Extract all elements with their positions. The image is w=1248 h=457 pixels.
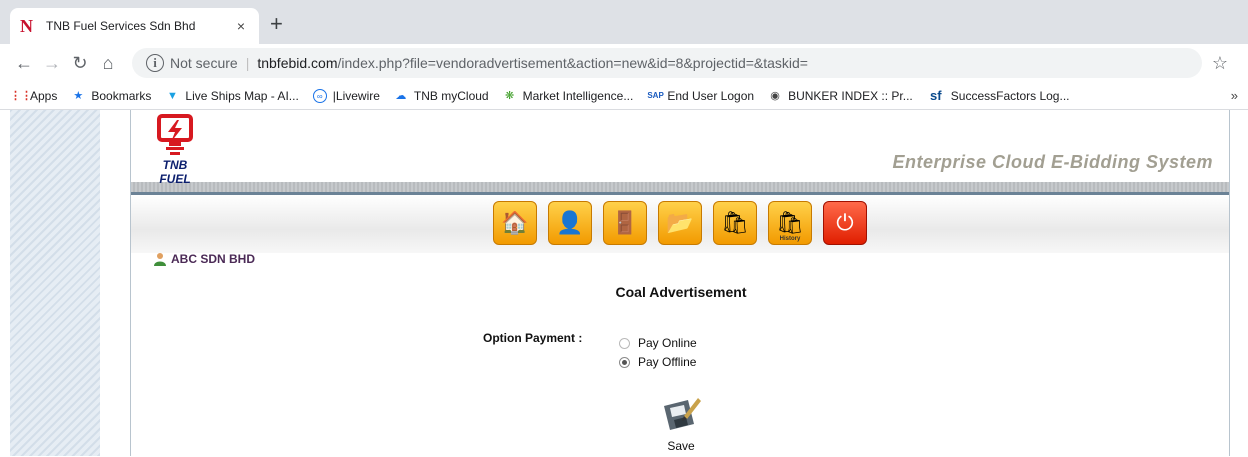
info-icon[interactable]: i (146, 54, 164, 72)
bookmark-label: Market Intelligence... (522, 88, 634, 103)
bookmark-label: TNB myCloud (413, 88, 489, 103)
bookmarks-overflow-button[interactable]: » (1231, 88, 1238, 103)
option-payment-label: Option Payment : (483, 331, 583, 345)
folder-icon: 📂 (666, 210, 694, 235)
page-viewport: TNB FUEL Enterprise Cloud E-Bidding Syst… (0, 110, 1248, 456)
home-nav-icon[interactable]: ⌂ (94, 53, 122, 74)
bookmark-livewire[interactable]: ∞ |Livewire (312, 88, 380, 103)
bookmark-mycloud[interactable]: ☁ TNB myCloud (394, 88, 489, 103)
home-icon: 🏠 (501, 210, 529, 235)
reload-icon[interactable]: ↻ (66, 53, 94, 74)
profile-icon: 👤 (556, 210, 584, 235)
bookmark-end-user-logon[interactable]: SAP End User Logon (647, 89, 754, 103)
bookmark-label: Apps (30, 88, 58, 103)
browser-tabstrip: N TNB Fuel Services Sdn Bhd × + (0, 0, 1248, 44)
security-label: Not secure (170, 55, 238, 71)
main-menu-bar: 🏠 👤 🚪 📂 🛍 🛍 History ⏻ (131, 195, 1229, 253)
company-name: ABC SDN BHD (153, 252, 255, 266)
star-icon: ★ (73, 89, 84, 102)
bookmark-bunker-index[interactable]: ◉ BUNKER INDEX :: Pr... (768, 89, 913, 103)
pay-online-radio[interactable] (619, 337, 630, 349)
bookmark-label: End User Logon (667, 88, 755, 103)
menu-bag-button[interactable]: 🛍 (713, 201, 757, 245)
browser-toolbar: ← → ↻ ⌂ i Not secure | tnbfebid.com/inde… (0, 44, 1248, 82)
app-frame: TNB FUEL Enterprise Cloud E-Bidding Syst… (130, 110, 1230, 456)
pay-offline-label: Pay Offline (638, 355, 697, 369)
browser-tab[interactable]: N TNB Fuel Services Sdn Bhd × (10, 8, 259, 44)
omnibox-divider: | (245, 55, 250, 71)
new-tab-button[interactable]: + (270, 13, 283, 35)
menu-icons: 🏠 👤 🚪 📂 🛍 🛍 History ⏻ (493, 201, 878, 245)
tnb-logo-icon (157, 114, 193, 155)
app-header: TNB FUEL Enterprise Cloud E-Bidding Syst… (131, 110, 1229, 186)
tnb-favicon-icon: N (20, 15, 33, 36)
save-button[interactable]: Save (649, 396, 713, 453)
sf-icon: sf (929, 87, 942, 103)
menu-history-button[interactable]: 🛍 History (768, 201, 812, 245)
bookmark-market-intel[interactable]: ❋ Market Intelligence... (503, 88, 634, 103)
header-divider-pattern (131, 182, 1229, 192)
bookmark-label: Bookmarks (91, 88, 152, 103)
menu-home-button[interactable]: 🏠 (493, 201, 537, 245)
tnb-fuel-logo: TNB FUEL (147, 114, 203, 186)
background-pattern (10, 110, 100, 456)
pay-online-label: Pay Online (638, 336, 697, 350)
bookmark-star-icon[interactable]: ☆ (1202, 53, 1238, 74)
pay-offline-option[interactable]: Pay Offline (619, 355, 696, 369)
tab-close-icon[interactable]: × (233, 18, 249, 34)
brand-name: TNB FUEL (159, 158, 191, 186)
cloud-icon: ☁ (395, 89, 407, 102)
history-icon: 🛍 (776, 210, 804, 235)
bookmark-label: SuccessFactors Log... (950, 88, 1070, 103)
save-label: Save (667, 439, 695, 453)
menu-logout-button[interactable]: ⏻ (823, 201, 867, 245)
globe-icon: ◉ (770, 89, 780, 102)
bookmarks-bar: ⋮⋮ Apps ★ Bookmarks ▼ Live Ships Map - AI..… (0, 82, 1248, 110)
forward-arrow-icon[interactable]: → (38, 53, 66, 74)
bookmark-apps[interactable]: ⋮⋮ Apps (10, 89, 57, 103)
user-icon (154, 253, 166, 266)
apps-grid-icon: ⋮⋮ (10, 89, 32, 102)
bookmark-label: |Livewire (332, 88, 380, 103)
menu-profile-button[interactable]: 👤 (548, 201, 592, 245)
company-label: ABC SDN BHD (171, 252, 255, 266)
form-title: Coal Advertisement (615, 284, 747, 300)
back-arrow-icon[interactable]: ← (10, 53, 38, 74)
save-floppy-icon (664, 398, 701, 430)
market-icon: ❋ (505, 89, 515, 102)
url-path: /index.php?file=vendoradvertisement&acti… (337, 55, 808, 71)
bookmark-bookmarks[interactable]: ★ Bookmarks (71, 89, 151, 103)
livewire-icon: ∞ (312, 88, 327, 103)
pay-online-option[interactable]: Pay Online (619, 336, 697, 350)
pay-offline-radio[interactable] (619, 356, 630, 368)
tab-title: TNB Fuel Services Sdn Bhd (46, 19, 196, 33)
menu-door-button[interactable]: 🚪 (603, 201, 647, 245)
door-icon: 🚪 (611, 210, 639, 235)
bookmark-live-ships[interactable]: ▼ Live Ships Map - AI... (165, 88, 299, 103)
bookmark-successfactors[interactable]: sf SuccessFactors Log... (927, 87, 1070, 103)
bookmark-label: BUNKER INDEX :: Pr... (788, 88, 913, 103)
bookmark-label: Live Ships Map - AI... (185, 88, 299, 103)
url-host: tnbfebid.com (257, 55, 338, 71)
ship-icon: ▼ (166, 89, 178, 102)
sap-icon: SAP (647, 90, 664, 100)
history-caption: History (779, 236, 801, 242)
address-bar[interactable]: i Not secure | tnbfebid.com/index.php?fi… (132, 48, 1202, 78)
power-icon: ⏻ (836, 210, 854, 235)
system-title: Enterprise Cloud E-Bidding System (892, 152, 1213, 172)
menu-folder-button[interactable]: 📂 (658, 201, 702, 245)
bag-icon: 🛍 (721, 210, 749, 235)
